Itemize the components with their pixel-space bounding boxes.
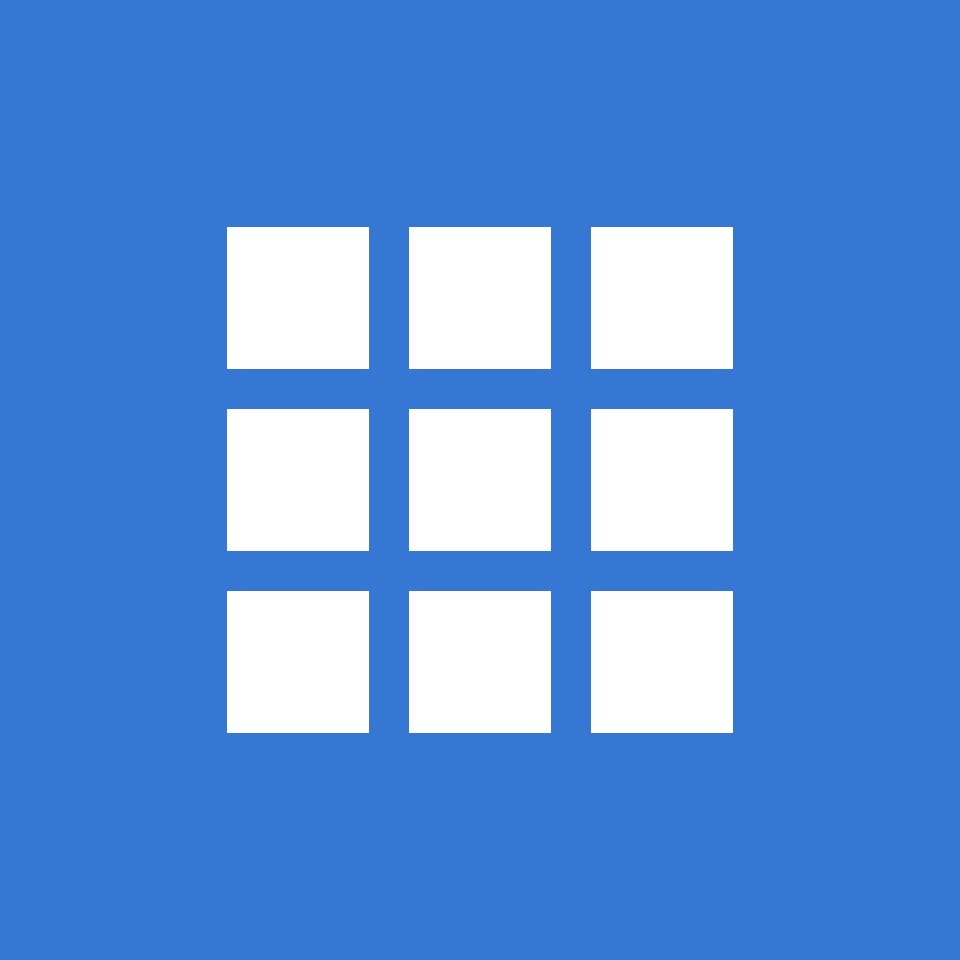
grid-cell (591, 409, 733, 551)
grid-cell (227, 227, 369, 369)
grid-cell (591, 591, 733, 733)
grid-cell (227, 409, 369, 551)
grid-cell (409, 409, 551, 551)
grid-cell (227, 591, 369, 733)
app-icon-canvas (0, 0, 960, 960)
grid-cell (409, 591, 551, 733)
grid-icon (227, 227, 733, 733)
grid-cell (409, 227, 551, 369)
grid-cell (591, 227, 733, 369)
